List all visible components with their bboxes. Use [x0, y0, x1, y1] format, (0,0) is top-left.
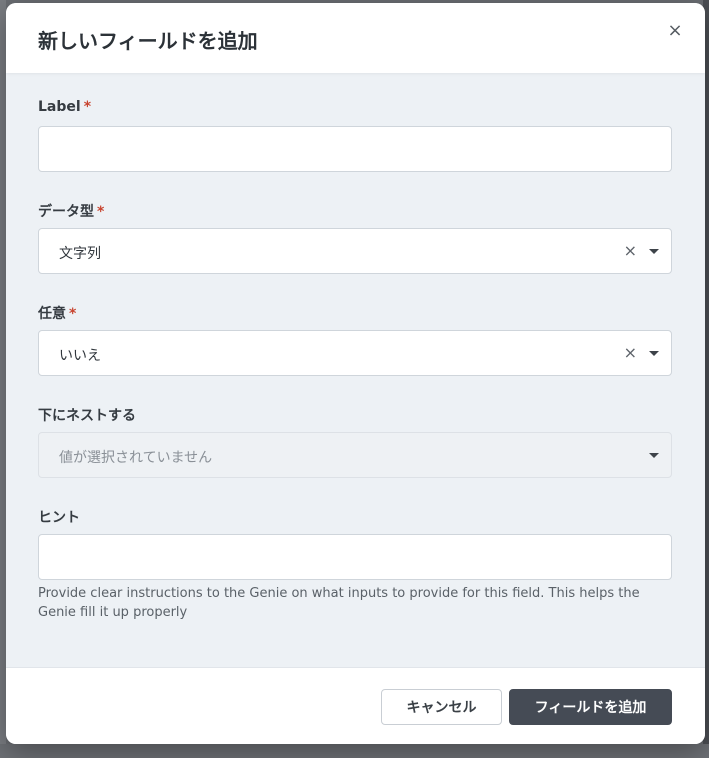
optional-label-text: 任意	[38, 306, 66, 322]
add-field-button[interactable]: フィールドを追加	[509, 689, 672, 725]
required-mark: *	[83, 99, 92, 115]
data-type-label-text: データ型	[38, 204, 94, 220]
label-input[interactable]	[38, 126, 672, 172]
clear-icon[interactable]: ×	[624, 241, 637, 260]
required-mark: *	[69, 306, 77, 322]
label-field-label: Label *	[38, 99, 91, 115]
chevron-down-icon[interactable]	[649, 351, 659, 356]
cancel-button[interactable]: キャンセル	[381, 689, 502, 725]
add-field-dialog: 新しいフィールドを追加 × Label * データ型 * 文字列 × 任意 * いいえ…	[6, 3, 705, 744]
dialog-header: 新しいフィールドを追加 ×	[6, 3, 705, 73]
nest-under-select[interactable]: 値が選択されていません	[38, 432, 672, 478]
optional-selected-value: いいえ	[59, 348, 101, 364]
required-mark: *	[97, 204, 105, 220]
hint-help-text: Provide clear instructions to the Genie …	[38, 586, 640, 620]
chevron-down-icon[interactable]	[649, 249, 659, 254]
clear-icon[interactable]: ×	[624, 343, 637, 362]
nest-under-placeholder: 値が選択されていません	[59, 450, 213, 466]
label-field-label-text: Label	[38, 99, 81, 115]
nest-under-label: 下にネストする	[38, 408, 136, 424]
data-type-label: データ型 *	[38, 201, 104, 221]
dialog-title: 新しいフィールドを追加	[38, 29, 258, 53]
hint-label: ヒント	[38, 510, 80, 526]
background-bottom-bar	[0, 744, 709, 758]
optional-label: 任意 *	[38, 303, 76, 323]
hint-input[interactable]	[38, 534, 672, 580]
close-icon[interactable]: ×	[665, 21, 685, 41]
optional-select[interactable]: いいえ ×	[38, 330, 672, 376]
data-type-selected-value: 文字列	[59, 246, 101, 262]
data-type-select[interactable]: 文字列 ×	[38, 228, 672, 274]
dialog-footer: キャンセル フィールドを追加	[6, 667, 705, 744]
chevron-down-icon[interactable]	[649, 453, 659, 458]
